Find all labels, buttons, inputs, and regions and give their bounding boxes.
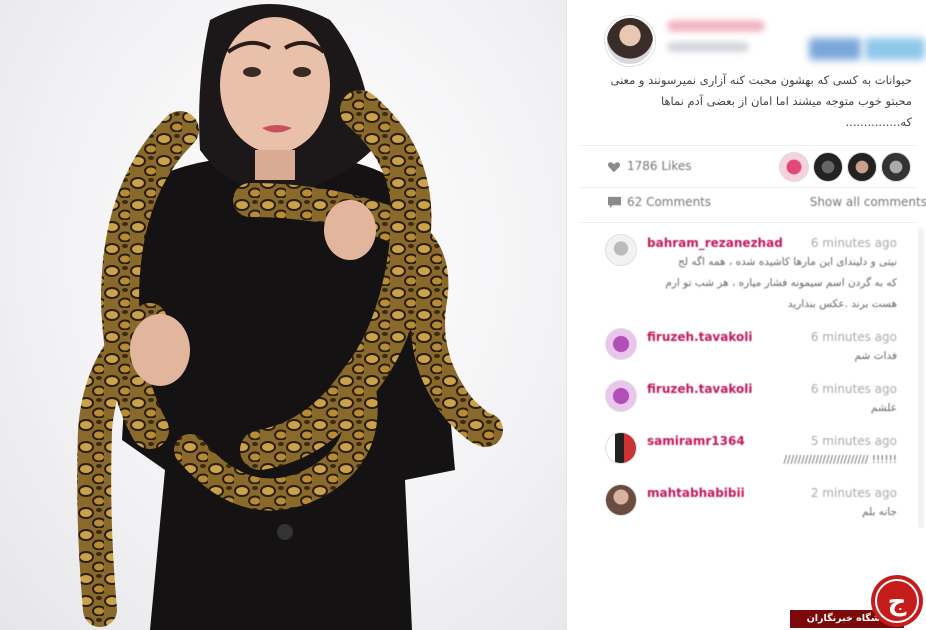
comment-line: نیتی و دلیندای این مارها کاشیده شده ، هم… — [678, 256, 897, 268]
author-avatar[interactable] — [605, 16, 655, 66]
share-button-blurred-2[interactable] — [865, 38, 925, 60]
liker-avatar[interactable] — [847, 152, 877, 182]
comment-text: فدات شم — [647, 346, 897, 367]
comment-username[interactable]: samiramr1364 — [647, 434, 745, 448]
comment-text: جانه بلم — [647, 502, 897, 523]
comments-scrollbar[interactable] — [918, 228, 924, 528]
comment-line: فدات شم — [854, 350, 897, 362]
post-photo-illustration — [77, 4, 503, 630]
likes-row: 1786 Likes — [581, 152, 915, 184]
liker-avatar[interactable] — [881, 152, 911, 182]
commenter-avatar[interactable] — [605, 432, 637, 464]
screenshot-frame: حیوانات به کسی که بهشون محبت کنه آزاری ن… — [0, 0, 926, 630]
heart-icon[interactable] — [607, 160, 621, 174]
comment-time: 6 minutes ago — [810, 330, 897, 344]
comment-time: 2 minutes ago — [810, 486, 897, 500]
caption-line: که............... — [845, 115, 912, 129]
comment-line: علشم — [870, 402, 897, 414]
comment-icon — [608, 196, 621, 209]
comment-time: 6 minutes ago — [810, 382, 897, 396]
comment-time: 5 minutes ago — [810, 434, 897, 448]
author-username-blurred[interactable] — [667, 20, 765, 32]
caption-line: محبتو خوب متوجه میشند اما امان از بعضی آ… — [660, 94, 912, 108]
author-meta-blurred — [667, 42, 749, 52]
commenter-avatar[interactable] — [605, 234, 637, 266]
comment-item: firuzeh.tavakoli 6 minutes ago علشم — [567, 380, 926, 424]
comment-line: که به گردن اسم سیمونه فشار میاره ، هر شب… — [665, 277, 897, 289]
share-button-blurred[interactable] — [809, 38, 861, 60]
watermark-logo-icon: ج — [871, 575, 923, 627]
comment-username[interactable]: firuzeh.tavakoli — [647, 382, 752, 396]
post-photo[interactable] — [0, 0, 566, 630]
comment-text: نیتی و دلیندای این مارها کاشیده شده ، هم… — [647, 252, 897, 315]
caption-line: حیوانات به کسی که بهشون محبت کنه آزاری ن… — [610, 73, 913, 87]
commenter-avatar[interactable] — [605, 328, 637, 360]
comment-line: !!!!!! //////////////////////// — [783, 454, 898, 466]
comment-item: bahram_rezanezhad 6 minutes ago نیتی و د… — [567, 234, 926, 320]
divider — [581, 222, 915, 223]
comment-username[interactable]: mahtabhabibii — [647, 486, 745, 500]
comment-username[interactable]: bahram_rezanezhad — [647, 236, 783, 250]
divider — [581, 187, 915, 188]
likes-count[interactable]: 1786 Likes — [627, 159, 692, 173]
liker-avatar[interactable] — [779, 152, 809, 182]
comments-count: 62 Comments — [627, 195, 712, 209]
post-panel: حیوانات به کسی که بهشون محبت کنه آزاری ن… — [566, 0, 926, 630]
show-all-comments-link[interactable]: Show all comments — [810, 195, 926, 209]
commenter-avatar[interactable] — [605, 484, 637, 516]
comment-line: جانه بلم — [862, 506, 897, 518]
commenter-avatar[interactable] — [605, 380, 637, 412]
liker-avatar[interactable] — [813, 152, 843, 182]
post-header — [567, 0, 926, 66]
comment-line: هست برند .عکس بنذارید — [787, 298, 897, 310]
comment-text: !!!!!! //////////////////////// — [647, 450, 898, 471]
comment-username[interactable]: firuzeh.tavakoli — [647, 330, 752, 344]
comments-header: 62 Comments Show all comments — [581, 192, 926, 216]
comment-item: samiramr1364 5 minutes ago !!!!!! //////… — [567, 432, 926, 476]
comment-item: mahtabhabibii 2 minutes ago جانه بلم — [567, 484, 926, 528]
post-caption: حیوانات به کسی که بهشون محبت کنه آزاری ن… — [592, 70, 913, 133]
divider — [581, 145, 915, 146]
comment-item: firuzeh.tavakoli 6 minutes ago فدات شم — [567, 328, 926, 372]
comment-time: 6 minutes ago — [810, 236, 897, 250]
comment-text: علشم — [647, 398, 897, 419]
watermark-logo-letter: ج — [888, 587, 907, 617]
